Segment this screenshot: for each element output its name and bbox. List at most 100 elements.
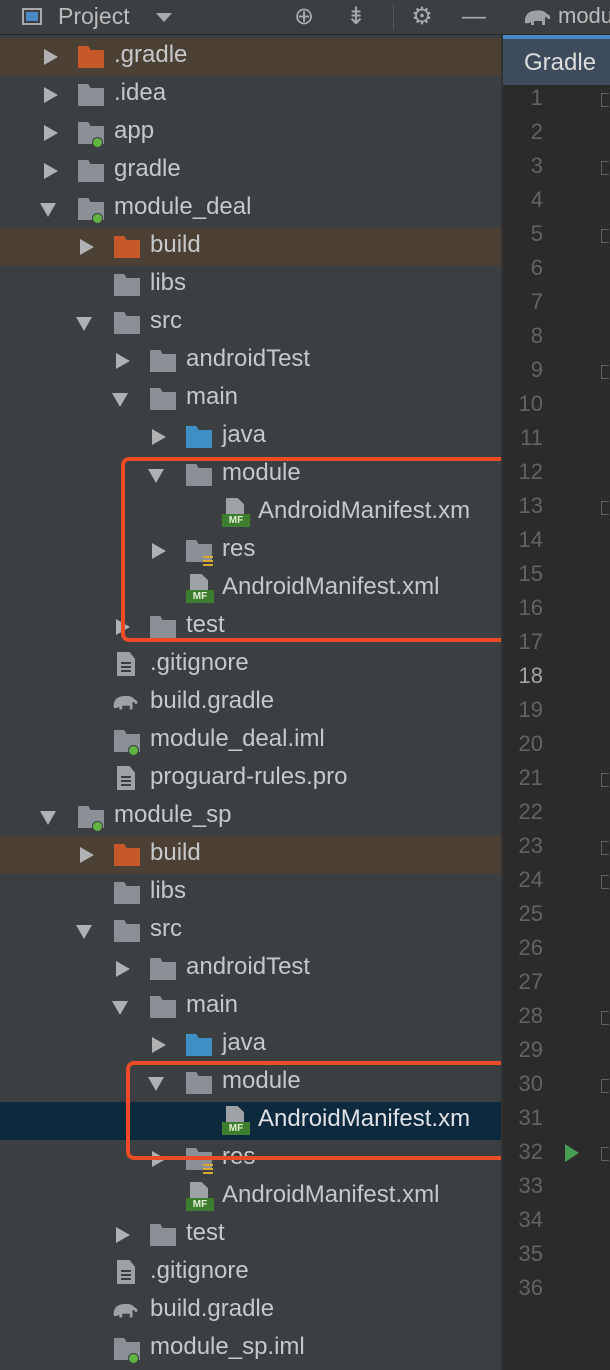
line-number: 33 [518,1173,543,1198]
text-file-icon [117,652,135,676]
editor-tab[interactable]: modu [503,0,610,35]
tree-row[interactable]: androidTest [0,342,503,380]
tree-row[interactable]: src [0,912,503,950]
expand-arrow-icon[interactable] [152,1037,166,1053]
tree-row[interactable]: build.gradle [0,684,503,722]
line-number: 36 [518,1275,543,1300]
tree-row[interactable]: test [0,1216,503,1254]
fold-marker-icon[interactable] [601,841,609,855]
folder-icon [114,882,140,904]
expand-arrow-icon[interactable] [80,847,94,863]
tree-row[interactable]: .gitignore [0,646,503,684]
tree-row[interactable]: MF AndroidManifest.xml [0,1178,503,1216]
fold-marker-icon[interactable] [601,501,609,515]
tree-row[interactable]: gradle [0,152,503,190]
tree-row-label: build.gradle [150,687,275,714]
line-number: 4 [530,187,543,212]
collapse-arrow-icon[interactable] [112,1001,128,1015]
module-badge-icon [128,745,139,756]
gradle-file-tab[interactable]: Gradle [503,35,610,85]
tree-row[interactable]: build.gradle [0,1292,503,1330]
tree-row[interactable]: main [0,380,503,418]
tree-row[interactable]: src [0,304,503,342]
collapse-arrow-icon[interactable] [76,317,92,331]
collapse-arrow-icon[interactable] [112,393,128,407]
tree-row[interactable]: module_deal.iml [0,722,503,760]
tree-row[interactable]: build [0,228,503,266]
expand-arrow-icon[interactable] [80,239,94,255]
tree-row[interactable]: androidTest [0,950,503,988]
tree-row-label: app [114,117,155,144]
resource-badge-icon [203,1164,213,1174]
tree-row[interactable]: module_sp.iml [0,1330,503,1368]
line-number: 20 [518,731,543,756]
tree-row[interactable]: libs [0,874,503,912]
expand-arrow-icon[interactable] [44,125,58,141]
folder-icon [78,160,104,182]
collapse-all-icon[interactable]: ⇟ [342,3,370,31]
fold-marker-icon[interactable] [601,1147,609,1161]
tree-row-label: src [150,915,182,942]
tree-row[interactable]: java [0,418,503,456]
tree-row[interactable]: proguard-rules.pro [0,760,503,798]
folder-icon [114,312,140,334]
fold-marker-icon[interactable] [601,1011,609,1025]
fold-marker-icon[interactable] [601,93,609,107]
tree-row[interactable]: module_deal [0,190,503,228]
line-number: 3 [530,153,543,178]
collapse-arrow-icon[interactable] [76,925,92,939]
tree-row[interactable]: .idea [0,76,503,114]
expand-arrow-icon[interactable] [44,87,58,103]
source-folder-icon [186,426,212,448]
tree-row-label: gradle [114,155,181,182]
project-view-title[interactable]: Project [58,3,130,30]
folder-icon [78,84,104,106]
tree-row-label: java [222,421,267,448]
fold-marker-icon[interactable] [601,773,609,787]
fold-marker-icon[interactable] [601,365,609,379]
line-number: 17 [518,629,543,654]
expand-arrow-icon[interactable] [116,1227,130,1243]
line-number: 31 [518,1105,543,1130]
tree-row[interactable]: .gradle [0,38,503,76]
line-number: 25 [518,901,543,926]
tree-row[interactable]: java [0,1026,503,1064]
expand-arrow-icon[interactable] [44,49,58,65]
expand-arrow-icon[interactable] [116,961,130,977]
tree-row[interactable]: libs [0,266,503,304]
tree-row[interactable]: .gitignore [0,1254,503,1292]
folder-icon [114,920,140,942]
excluded-folder-icon [114,236,140,258]
expand-arrow-icon[interactable] [152,429,166,445]
highlight-box-module-sp [126,1061,512,1160]
fold-marker-icon[interactable] [601,161,609,175]
line-number: 29 [518,1037,543,1062]
tree-row[interactable]: main [0,988,503,1026]
locate-icon[interactable]: ⊕ [290,3,318,31]
line-number: 19 [518,697,543,722]
folder-icon [150,388,176,410]
run-gutter-icon[interactable] [565,1144,579,1162]
tree-row[interactable]: module_sp [0,798,503,836]
line-number: 24 [518,867,543,892]
fold-marker-icon[interactable] [601,1079,609,1093]
caret-down-icon[interactable] [156,13,172,22]
line-number: 1 [530,85,543,110]
gradle-elephant-icon [524,10,551,25]
expand-arrow-icon[interactable] [44,163,58,179]
folder-icon [150,350,176,372]
fold-marker-icon[interactable] [601,875,609,889]
fold-marker-icon[interactable] [601,229,609,243]
collapse-arrow-icon[interactable] [40,811,56,825]
expand-arrow-icon[interactable] [116,353,130,369]
tree-row[interactable]: build [0,836,503,874]
tree-row-label: main [186,383,239,410]
line-number: 12 [518,459,543,484]
collapse-arrow-icon[interactable] [40,203,56,217]
hide-icon[interactable]: — [460,3,488,31]
tree-row-label: androidTest [186,345,311,372]
tree-row[interactable]: app [0,114,503,152]
gear-icon[interactable]: ⚙ [408,3,436,31]
line-number: 2 [530,119,543,144]
project-view-icon[interactable] [22,8,42,25]
